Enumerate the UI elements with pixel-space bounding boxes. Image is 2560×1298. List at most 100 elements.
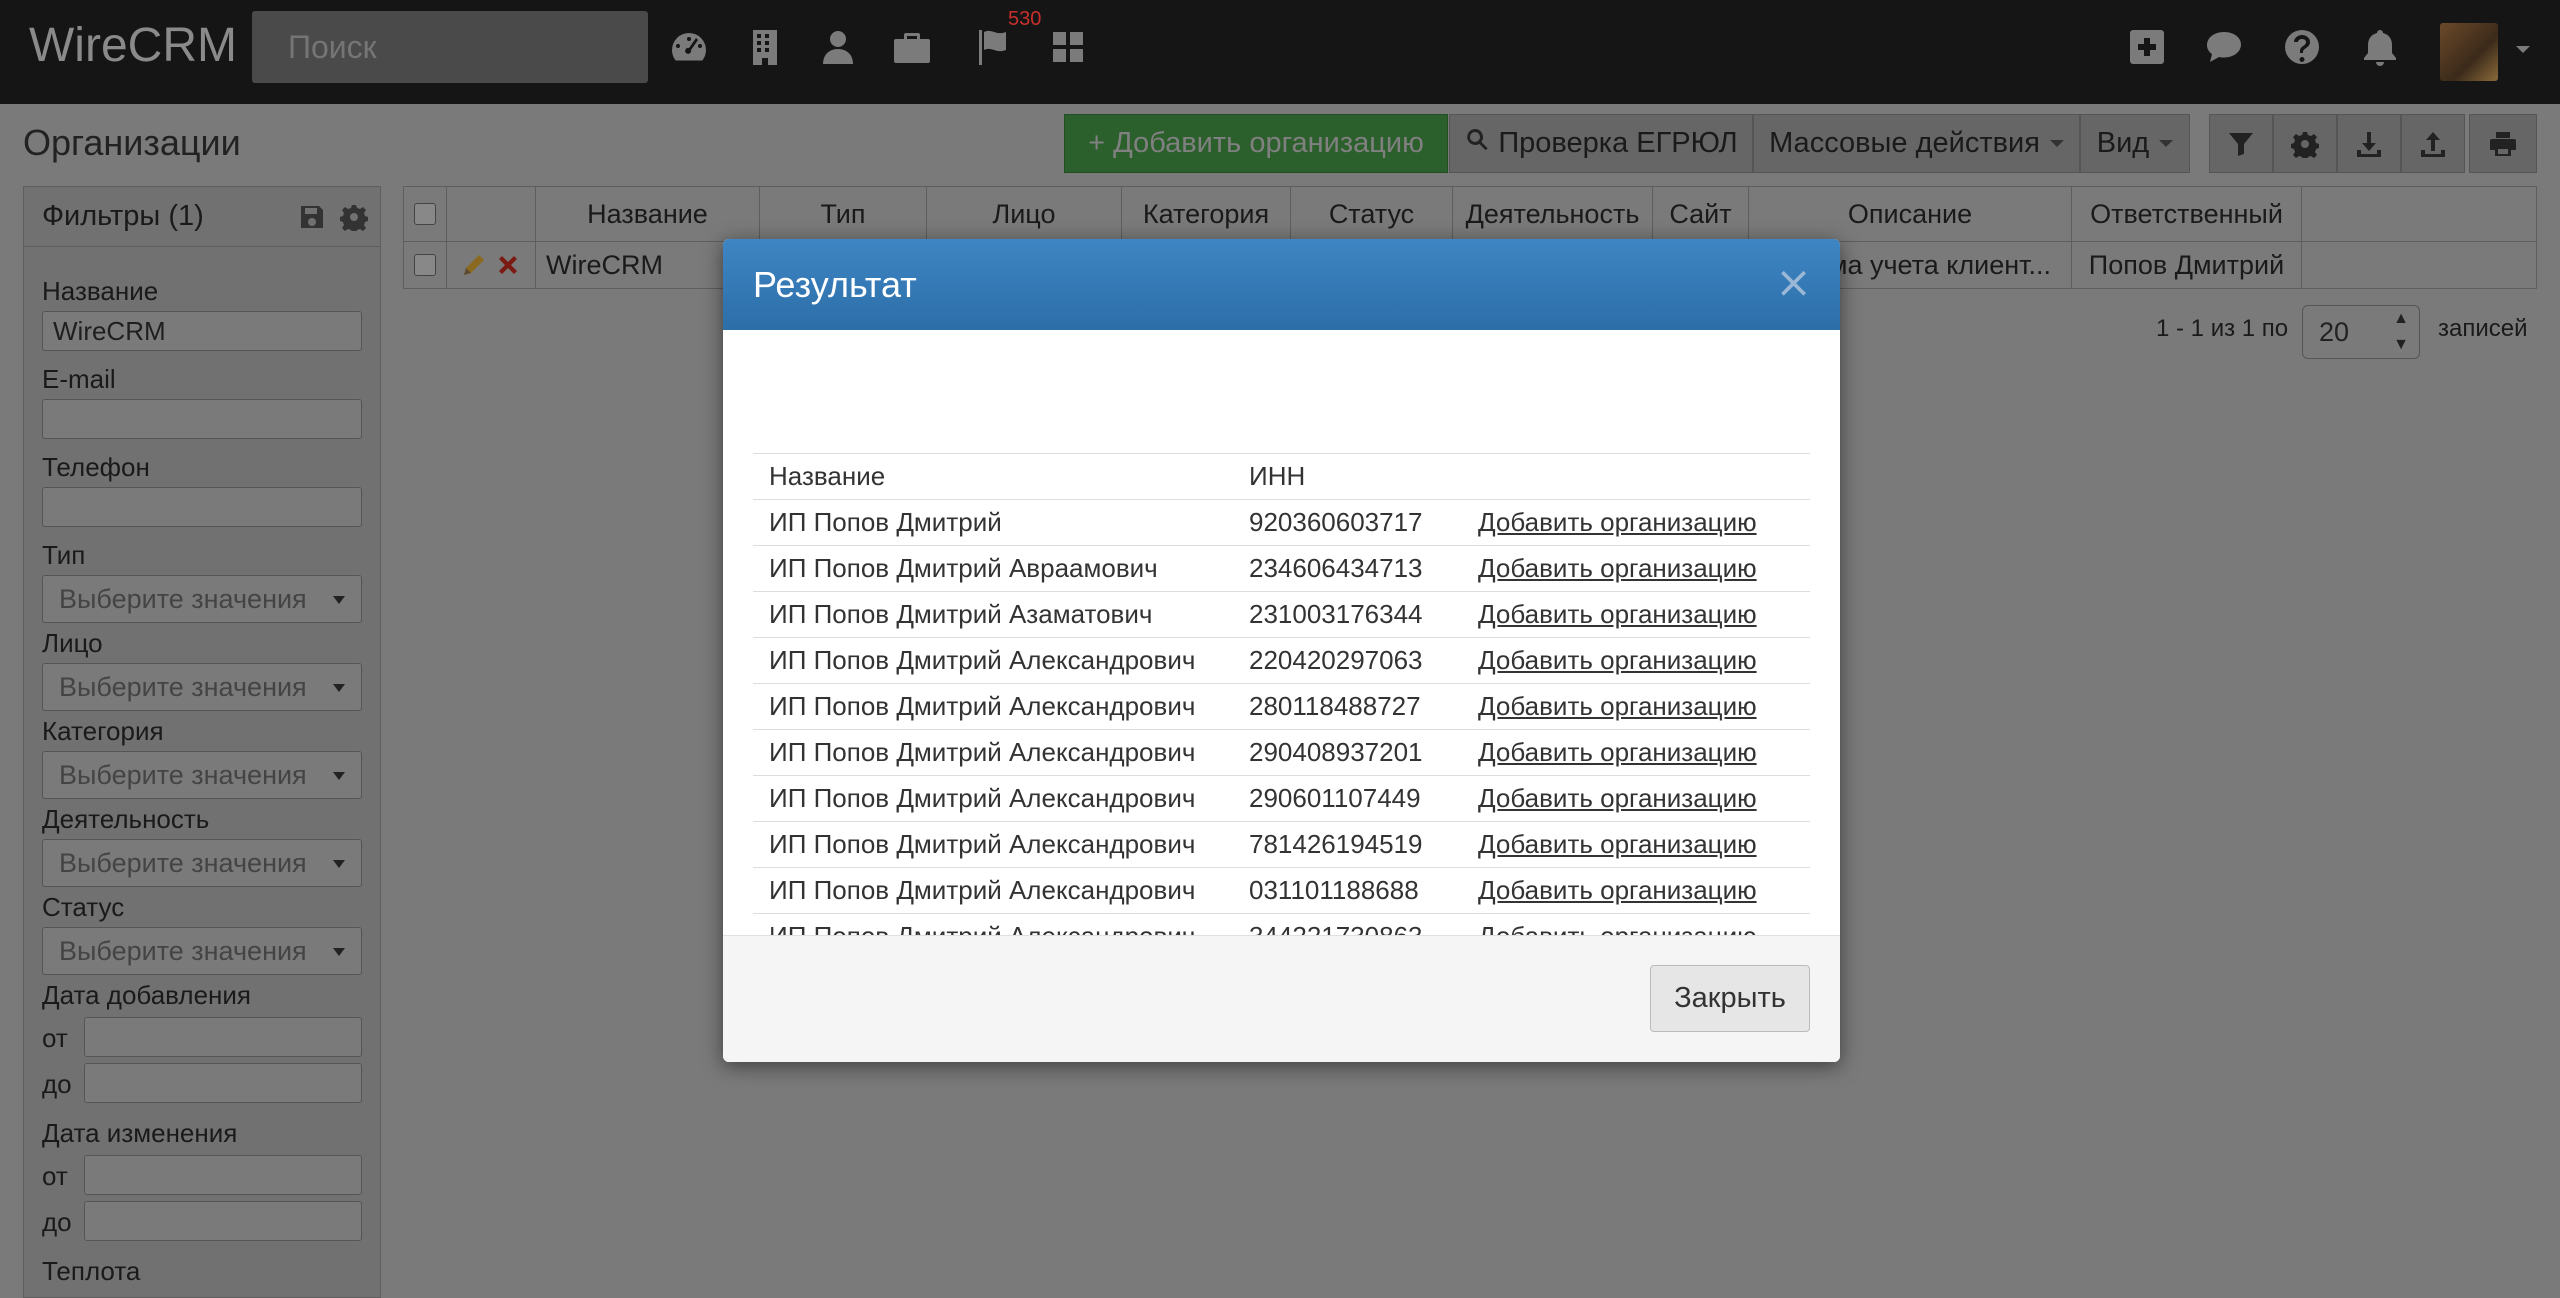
add-organization-link[interactable]: Добавить организацию: [1478, 875, 1757, 905]
help-icon[interactable]: [2279, 24, 2325, 70]
result-modal: Результат × Название ИНН ИП Попов Дмитри…: [723, 239, 1840, 1062]
chevron-down-icon[interactable]: [2516, 46, 2530, 53]
plus-square-icon[interactable]: [2124, 24, 2170, 70]
result-org-name: ИП Попов Дмитрий Александрович: [753, 683, 1249, 730]
date-changed-from-label: от: [42, 1161, 68, 1191]
filter-status-select[interactable]: Выберите значения: [42, 927, 362, 975]
edit-pencil-icon[interactable]: [460, 251, 488, 279]
column-header-face[interactable]: Лицо: [927, 187, 1122, 241]
view-dropdown[interactable]: Вид: [2080, 114, 2190, 173]
gear-icon: [2291, 131, 2319, 158]
dashboard-icon[interactable]: [666, 24, 712, 70]
filter-button[interactable]: [2209, 114, 2273, 173]
mass-actions-dropdown[interactable]: Массовые действия: [1753, 114, 2080, 173]
printer-icon: [2490, 131, 2516, 156]
briefcase-icon[interactable]: [889, 24, 935, 70]
search-input[interactable]: [252, 11, 648, 83]
filter-warmth-label: Теплота: [42, 1256, 141, 1286]
chat-icon[interactable]: [2201, 24, 2247, 70]
filter-type-label: Тип: [42, 540, 86, 570]
user-icon[interactable]: [815, 24, 861, 70]
download-button[interactable]: [2337, 114, 2401, 173]
column-header-responsible[interactable]: Ответственный: [2072, 187, 2302, 241]
result-row: ИП Попов Дмитрий Александрович 2904089372…: [753, 729, 1810, 776]
date-added-from-label: от: [42, 1023, 68, 1053]
filter-category-label: Категория: [42, 716, 164, 746]
column-header-description[interactable]: Описание: [1749, 187, 2072, 241]
user-avatar[interactable]: [2440, 23, 2498, 81]
filter-phone-input[interactable]: [42, 487, 362, 527]
actions-header: [447, 187, 536, 241]
result-row: ИП Попов Дмитрий 920360603717 Добавить орг…: [753, 499, 1810, 546]
mass-actions-label: Массовые действия: [1769, 127, 2040, 159]
filter-type-select[interactable]: Выберите значения: [42, 575, 362, 623]
date-added-from-input[interactable]: [84, 1017, 362, 1057]
add-organization-link[interactable]: Добавить организацию: [1478, 645, 1757, 675]
apps-grid-icon[interactable]: [1045, 24, 1091, 70]
result-row: ИП Попов Дмитрий Александрович 0311011886…: [753, 867, 1810, 914]
date-added-to-label: до: [42, 1069, 72, 1099]
check-egrul-label: Проверка ЕГРЮЛ: [1498, 127, 1738, 159]
close-button[interactable]: Закрыть: [1650, 965, 1810, 1032]
add-organization-link[interactable]: Добавить организацию: [1478, 783, 1757, 813]
result-inn: 231003176344: [1249, 591, 1462, 638]
result-inn: 280118488727: [1249, 683, 1462, 730]
add-organization-link[interactable]: Добавить организацию: [1478, 507, 1757, 537]
result-row: ИП Попов Дмитрий Александрович 2906011074…: [753, 775, 1810, 822]
result-action-cell: Добавить организацию: [1462, 775, 1810, 822]
brand-logo[interactable]: WireCRM: [29, 18, 237, 73]
building-icon[interactable]: [742, 24, 788, 70]
close-icon[interactable]: ×: [1775, 257, 1812, 308]
row-checkbox[interactable]: [414, 254, 436, 276]
column-header-status[interactable]: Статус: [1291, 187, 1453, 241]
column-header-site[interactable]: Сайт: [1653, 187, 1749, 241]
result-org-name: ИП Попов Дмитрий Александрович: [753, 775, 1249, 822]
filter-email-label: E-mail: [42, 364, 116, 394]
upload-button[interactable]: [2401, 114, 2465, 173]
plus-icon: +: [1088, 127, 1106, 159]
column-header-category[interactable]: Категория: [1122, 187, 1291, 241]
delete-icon[interactable]: [494, 251, 522, 279]
filter-date-changed-label: Дата изменения: [42, 1118, 238, 1148]
result-action-cell: Добавить организацию: [1462, 821, 1810, 868]
column-header-activity[interactable]: Деятельность: [1453, 187, 1653, 241]
result-org-name: ИП Попов Дмитрий Александрович: [753, 729, 1249, 776]
date-added-to-input[interactable]: [84, 1063, 362, 1103]
date-changed-to-label: до: [42, 1207, 72, 1237]
filter-name-input[interactable]: WireCRM: [42, 311, 362, 351]
filter-email-input[interactable]: [42, 399, 362, 439]
add-organization-link[interactable]: Добавить организацию: [1478, 829, 1757, 859]
filter-category-select[interactable]: Выберите значения: [42, 751, 362, 799]
result-action-cell: Добавить организацию: [1462, 637, 1810, 684]
select-all-checkbox[interactable]: [414, 203, 436, 225]
result-action-cell: Добавить организацию: [1462, 683, 1810, 730]
filter-activity-select[interactable]: Выберите значения: [42, 839, 362, 887]
print-button[interactable]: [2469, 114, 2537, 173]
date-changed-to-input[interactable]: [84, 1201, 362, 1241]
result-row: ИП Попов Дмитрий Александрович 7814261945…: [753, 821, 1810, 868]
date-changed-from-input[interactable]: [84, 1155, 362, 1195]
filter-date-added-label: Дата добавления: [42, 980, 251, 1010]
add-organization-link[interactable]: Добавить организацию: [1478, 599, 1757, 629]
result-inn: 290601107449: [1249, 775, 1462, 822]
add-organization-link[interactable]: Добавить организацию: [1478, 691, 1757, 721]
per-page-select[interactable]: 20 ▲ ▼: [2302, 305, 2420, 359]
row-responsible: Попов Дмитрий: [2072, 242, 2302, 288]
column-header-name[interactable]: Название: [536, 187, 760, 241]
save-icon[interactable]: [298, 203, 326, 231]
filter-face-select[interactable]: Выберите значения: [42, 663, 362, 711]
check-egrul-button[interactable]: Проверка ЕГРЮЛ: [1449, 114, 1753, 173]
result-action-cell: Добавить организацию: [1462, 499, 1810, 546]
add-organization-button[interactable]: + Добавить организацию: [1064, 114, 1448, 173]
add-organization-link[interactable]: Добавить организацию: [1478, 553, 1757, 583]
add-organization-link[interactable]: Добавить организацию: [1478, 737, 1757, 767]
result-inn: 290408937201: [1249, 729, 1462, 776]
gear-icon[interactable]: [340, 203, 368, 231]
filter-face-label: Лицо: [42, 628, 103, 658]
settings-button[interactable]: [2273, 114, 2337, 173]
result-org-name: ИП Попов Дмитрий Авраамович: [753, 545, 1249, 592]
result-inn: 781426194519: [1249, 821, 1462, 868]
column-header-type[interactable]: Тип: [760, 187, 927, 241]
bell-icon[interactable]: [2357, 24, 2403, 70]
table-header-row: Название Тип Лицо Категория Статус Деяте…: [404, 187, 2536, 242]
